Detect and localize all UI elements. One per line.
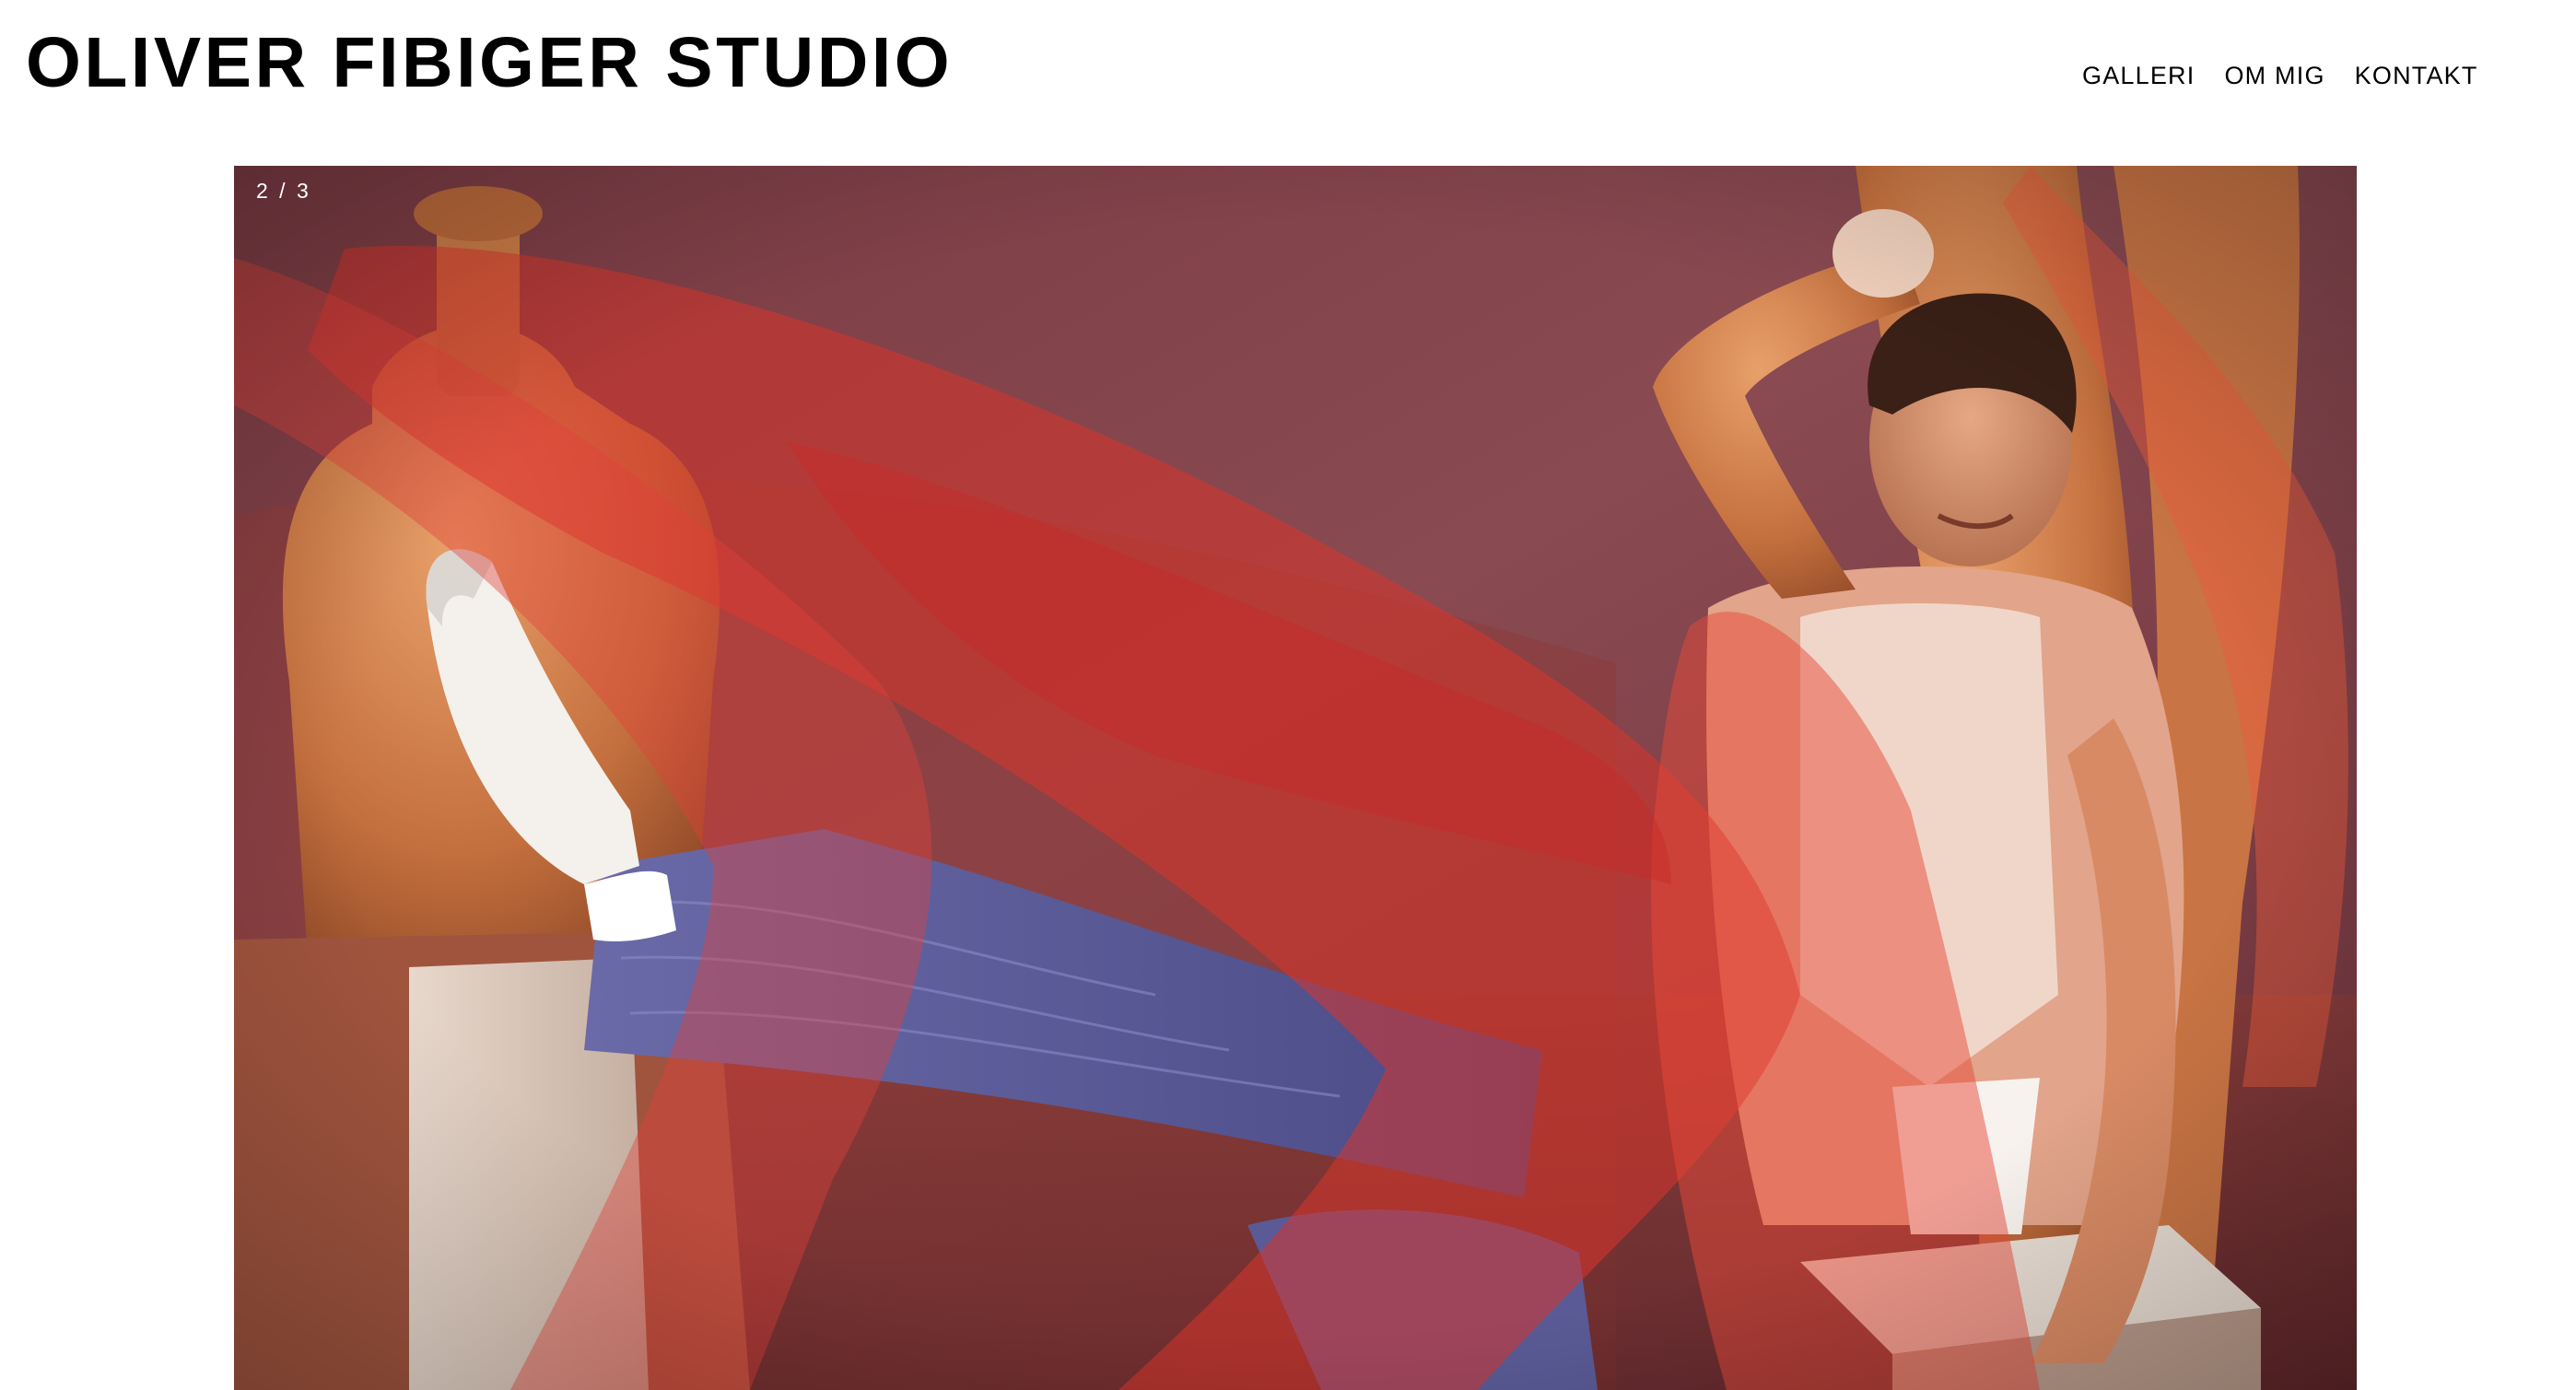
slide-counter: 2 / 3 (256, 179, 311, 203)
nav-item-om-mig[interactable]: OM MIG (2224, 59, 2324, 92)
site-logo[interactable]: OLIVER FIBIGER STUDIO (26, 24, 953, 101)
nav-item-galleri[interactable]: GALLERI (2082, 59, 2195, 92)
site-header: OLIVER FIBIGER STUDIO GALLERI OM MIG KON… (0, 0, 2576, 164)
main-nav: GALLERI OM MIG KONTAKT (2082, 59, 2478, 92)
nav-item-kontakt[interactable]: KONTAKT (2355, 59, 2478, 92)
gallery-slideshow[interactable]: 2 / 3 (234, 166, 2357, 1390)
gallery-photo[interactable] (234, 166, 2357, 1390)
